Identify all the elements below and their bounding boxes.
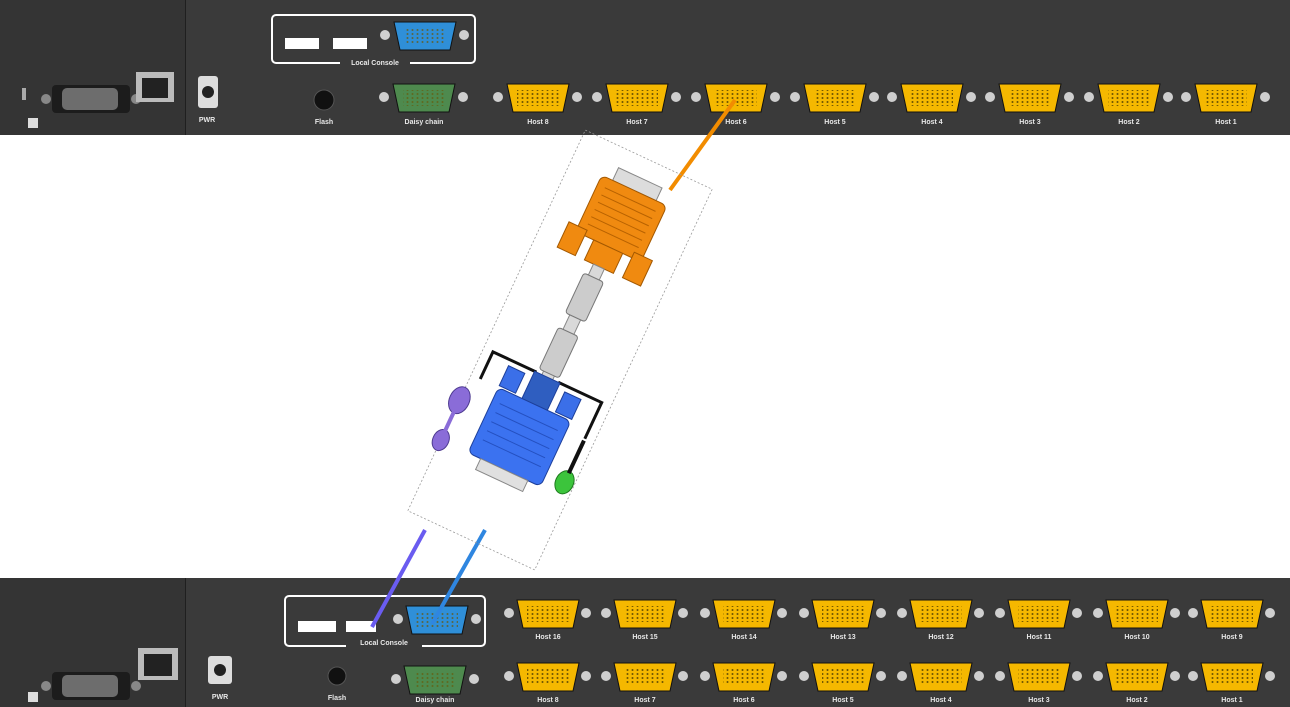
bottom-flash-button <box>327 666 347 686</box>
bottom-host-port-2 <box>1093 662 1180 692</box>
bottom-host-port-9 <box>1188 599 1275 629</box>
top-daisy-chain-label: Daisy chain <box>404 119 444 126</box>
top-power-jack <box>198 76 218 108</box>
bottom-host-label-6: Host 6 <box>733 697 755 704</box>
bottom-host-label-10: Host 10 <box>1124 634 1150 641</box>
bottom-host-label-16: Host 16 <box>535 634 561 641</box>
bottom-host-port-3 <box>995 662 1082 692</box>
top-host-port-2 <box>1084 83 1173 113</box>
top-host-port-3 <box>985 83 1074 113</box>
top-host-ports <box>493 83 1270 113</box>
bottom-host-port-15 <box>601 599 688 629</box>
bottom-host-label-15: Host 15 <box>632 634 658 641</box>
bottom-local-console-label: Local Console <box>346 640 422 647</box>
top-local-console-label: Local Console <box>340 60 410 67</box>
bottom-host-label-1: Host 1 <box>1221 697 1243 704</box>
bottom-console-usb-port-1 <box>298 621 336 632</box>
bottom-host-port-16 <box>504 599 591 629</box>
bottom-host-port-11 <box>995 599 1082 629</box>
bottom-host-port-10 <box>1093 599 1180 629</box>
bottom-host-port-13 <box>799 599 886 629</box>
bottom-host-label-11: Host 11 <box>1026 634 1052 641</box>
bottom-host-label-13: Host 13 <box>830 634 856 641</box>
top-ethernet-port <box>136 72 174 102</box>
top-host-label-8: Host 8 <box>527 119 549 126</box>
top-console-usb-port-2 <box>333 38 367 49</box>
bottom-serial-port <box>41 672 141 700</box>
top-serial-port <box>41 85 141 113</box>
bottom-host-port-12 <box>897 599 984 629</box>
ps2-purple-plug <box>431 386 471 452</box>
top-host-label-7: Host 7 <box>626 119 648 126</box>
top-flash-label: Flash <box>314 119 334 126</box>
bottom-host-label-3: Host 3 <box>1028 697 1050 704</box>
top-host-port-6 <box>691 83 780 113</box>
bottom-host-label-2: Host 2 <box>1126 697 1148 704</box>
top-host-port-5 <box>790 83 879 113</box>
kvm-connection-diagram <box>22 14 1275 702</box>
top-host-label-6: Host 6 <box>725 119 747 126</box>
bottom-host-label-7: Host 7 <box>634 697 656 704</box>
top-console-usb-port-1 <box>285 38 319 49</box>
top-host-label-5: Host 5 <box>824 119 846 126</box>
bottom-daisy-chain-label: Daisy chain <box>415 697 455 704</box>
top-daisy-chain-port <box>379 83 468 113</box>
bottom-flash-label: Flash <box>327 695 347 702</box>
orange-vga-connector <box>556 166 666 287</box>
bottom-ethernet-port <box>138 648 178 680</box>
bottom-host-label-8: Host 8 <box>537 697 559 704</box>
top-host-port-4 <box>887 83 976 113</box>
bottom-host-label-5: Host 5 <box>832 697 854 704</box>
ferrite-bead <box>539 327 578 378</box>
bottom-mini-usb-port <box>28 692 38 702</box>
bottom-power-jack <box>208 656 232 684</box>
top-host-port-7 <box>592 83 681 113</box>
bottom-host-port-5 <box>799 662 886 692</box>
bottom-host-label-12: Host 12 <box>928 634 954 641</box>
bottom-host-port-1 <box>1188 662 1275 692</box>
orange-cable-to-top-host-6 <box>668 98 737 192</box>
top-mini-usb-port <box>28 118 38 128</box>
bottom-host-label-4: Host 4 <box>930 697 952 704</box>
bottom-host-ports-row-upper <box>504 599 1275 629</box>
kvm-cable-assembly <box>407 129 713 571</box>
top-power-label: PWR <box>198 117 216 124</box>
bottom-host-port-8 <box>504 662 591 692</box>
bottom-host-port-6 <box>700 662 787 692</box>
bottom-host-port-14 <box>700 599 787 629</box>
top-host-label-1: Host 1 <box>1215 119 1237 126</box>
top-host-port-1 <box>1181 83 1270 113</box>
bottom-daisy-chain-port <box>391 665 479 695</box>
bottom-host-port-4 <box>897 662 984 692</box>
bottom-host-label-14: Host 14 <box>731 634 757 641</box>
bottom-host-label-9: Host 9 <box>1221 634 1243 641</box>
top-host-label-2: Host 2 <box>1118 119 1140 126</box>
bottom-console-vga-port <box>393 605 481 635</box>
top-host-label-3: Host 3 <box>1019 119 1041 126</box>
top-console-vga-port <box>380 21 469 51</box>
strain-relief-upper <box>565 273 604 322</box>
top-host-label-4: Host 4 <box>921 119 943 126</box>
bottom-power-label: PWR <box>211 694 229 701</box>
top-status-led <box>22 88 26 100</box>
bottom-host-ports-row-lower <box>504 662 1275 692</box>
top-flash-button <box>313 89 335 111</box>
bottom-host-port-7 <box>601 662 688 692</box>
top-host-port-8 <box>493 83 582 113</box>
